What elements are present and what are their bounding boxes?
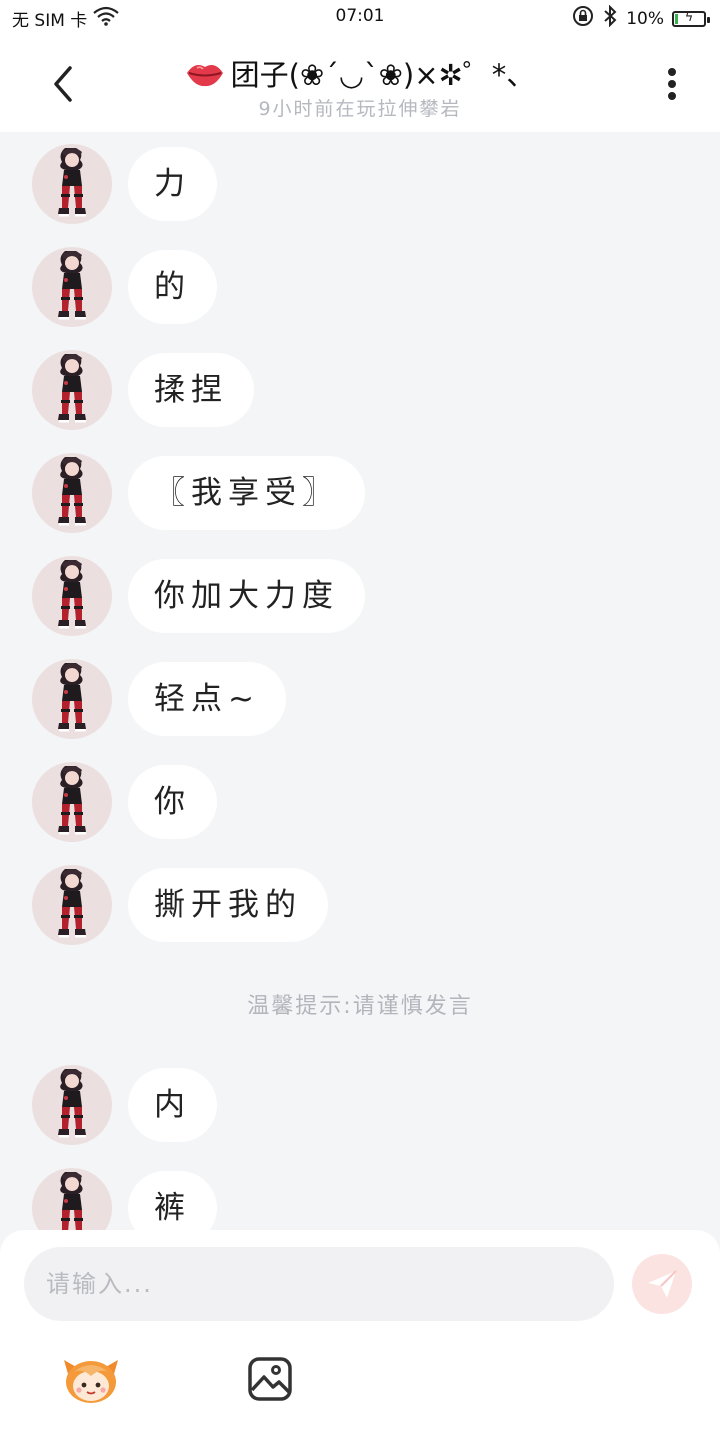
more-icon-dot: [668, 92, 676, 100]
avatar-figure: [58, 1069, 86, 1138]
send-button[interactable]: [632, 1254, 692, 1314]
message-row: 你加大力度: [32, 556, 365, 636]
rotation-lock-icon: [572, 5, 594, 32]
sender-avatar[interactable]: [32, 144, 112, 224]
message-bubble[interactable]: 撕开我的: [128, 868, 328, 942]
message-bubble[interactable]: 力: [128, 147, 217, 221]
chat-header: 团子(❀´◡`❀)×✲゜*、 9小时前在玩拉伸攀岩: [0, 34, 720, 132]
avatar-figure: [58, 148, 86, 217]
message-bubble[interactable]: 你: [128, 765, 217, 839]
send-icon: [648, 1270, 677, 1298]
message-row: 轻点~: [32, 659, 286, 739]
emoji-mascot-icon: [64, 1360, 118, 1403]
message-row: 你: [32, 762, 217, 842]
sender-avatar[interactable]: [32, 556, 112, 636]
contact-name[interactable]: 团子(❀´◡`❀)×✲゜*、: [231, 58, 536, 92]
message-bubble[interactable]: 你加大力度: [128, 559, 365, 633]
message-bubble[interactable]: 裤: [128, 1171, 217, 1230]
status-bar: 无 SIM 卡 07:01 10% ϟ: [0, 0, 720, 34]
emoji-button[interactable]: [60, 1354, 122, 1406]
safety-hint: 温馨提示:请谨慎发言: [247, 994, 473, 1019]
sender-avatar[interactable]: [32, 865, 112, 945]
avatar-figure: [58, 354, 86, 423]
contact-status: 9小时前在玩拉伸攀岩: [258, 98, 462, 120]
sender-avatar[interactable]: [32, 350, 112, 430]
image-button[interactable]: [247, 1356, 293, 1402]
more-icon-dot: [668, 68, 676, 76]
message-bubble[interactable]: 内: [128, 1068, 217, 1142]
sender-avatar[interactable]: [32, 762, 112, 842]
sender-avatar[interactable]: [32, 1065, 112, 1145]
charging-icon: ϟ: [684, 9, 694, 25]
message-row: 〖我享受〗: [32, 453, 365, 533]
message-bubble[interactable]: 轻点~: [128, 662, 286, 736]
message-row: 的: [32, 247, 217, 327]
sender-avatar[interactable]: [32, 453, 112, 533]
more-icon-dot: [668, 80, 676, 88]
image-icon: [248, 1357, 292, 1401]
message-bubble[interactable]: 的: [128, 250, 217, 324]
sender-avatar[interactable]: [32, 659, 112, 739]
message-row: 力: [32, 144, 217, 224]
lips-icon: [185, 60, 225, 95]
more-options-button[interactable]: [652, 64, 692, 104]
avatar-figure: [58, 663, 86, 732]
avatar-figure: [58, 560, 86, 629]
message-bubble[interactable]: 〖我享受〗: [128, 456, 365, 530]
avatar-figure: [58, 766, 86, 835]
avatar-figure: [58, 869, 86, 938]
message-row: 撕开我的: [32, 865, 328, 945]
battery-percent: 10%: [626, 8, 664, 29]
avatar-figure: [58, 251, 86, 320]
message-bubble[interactable]: 揉捏: [128, 353, 254, 427]
sender-avatar[interactable]: [32, 247, 112, 327]
battery-icon: ϟ: [672, 9, 710, 27]
contact-title-row: 团子(❀´◡`❀)×✲゜*、: [0, 52, 720, 95]
message-row: 内: [32, 1065, 217, 1145]
bluetooth-icon: [602, 4, 618, 32]
message-row: 裤: [32, 1168, 217, 1230]
status-right: 10% ϟ: [572, 4, 710, 32]
chat-message-list[interactable]: 力 的 揉捏 〖我享受〗 你加大力度 轻点~ 你 撕开我的 温馨提示:请谨慎发言…: [0, 132, 720, 1230]
sender-avatar[interactable]: [32, 1168, 112, 1230]
message-row: 揉捏: [32, 350, 254, 430]
avatar-figure: [58, 457, 86, 526]
avatar-figure: [60, 1172, 83, 1230]
composer: [0, 1230, 720, 1440]
message-input[interactable]: [24, 1247, 614, 1321]
